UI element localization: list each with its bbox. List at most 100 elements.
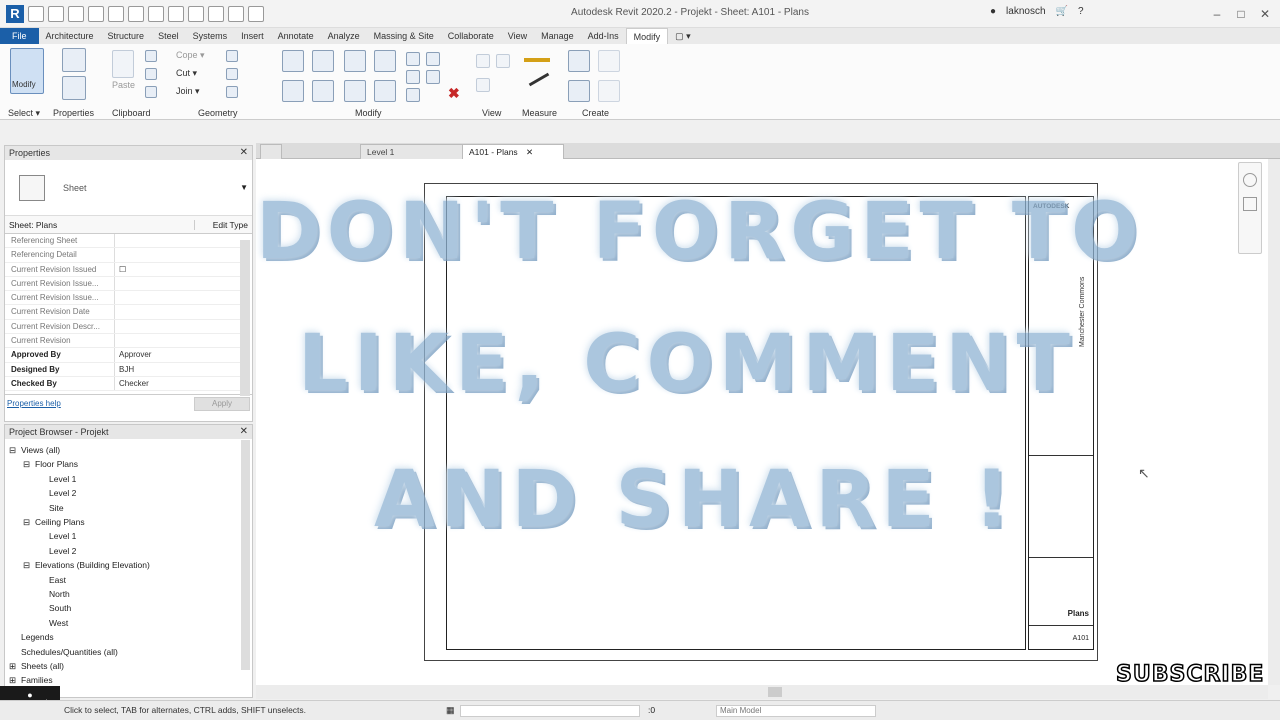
property-value[interactable] [115, 248, 242, 261]
copy-icon[interactable] [145, 68, 157, 80]
user-name[interactable]: laknosch [1006, 6, 1045, 17]
paste-button[interactable] [112, 50, 134, 78]
open-icon[interactable] [28, 6, 44, 22]
view-tool-2[interactable] [496, 54, 510, 68]
tree-item[interactable]: Site [37, 501, 64, 515]
tree-item[interactable]: East [37, 573, 66, 587]
property-row[interactable]: Current Revision Issue... [5, 291, 242, 306]
tab-level-1[interactable]: Level 1 [360, 144, 464, 159]
pin-icon[interactable] [426, 70, 440, 84]
tree-item[interactable]: Schedules/Quantities (all) [9, 645, 118, 659]
property-row[interactable]: Current Revision Issue... [5, 276, 242, 292]
tab-file[interactable]: File [0, 28, 39, 44]
maximize-icon[interactable]: □ [1230, 4, 1252, 24]
property-row[interactable]: Checked By Checker [5, 376, 242, 392]
copy-element-icon[interactable] [312, 80, 334, 102]
print-icon[interactable] [128, 6, 144, 22]
redo-icon[interactable] [108, 6, 124, 22]
property-row[interactable]: Current Revision Descr... [5, 319, 242, 335]
property-value[interactable]: ☐ [115, 263, 242, 276]
close-icon[interactable]: ✕ [526, 147, 533, 157]
close-hidden-icon[interactable] [248, 6, 264, 22]
delete-icon[interactable]: ✖ [448, 86, 462, 100]
tree-item[interactable]: ⊟ Views (all) [9, 443, 60, 457]
tree-item[interactable]: ⊟ Ceiling Plans [23, 515, 85, 529]
view-tool-1[interactable] [476, 54, 490, 68]
property-value[interactable] [115, 291, 242, 304]
3d-view-icon[interactable] [208, 6, 224, 22]
expand-toggle-icon[interactable]: ⊟ [9, 443, 21, 457]
create-similar-icon[interactable] [598, 80, 620, 102]
tab-[interactable]: ▢ ▾ [668, 28, 698, 44]
tab-annotate[interactable]: Annotate [271, 28, 321, 44]
type-selector[interactable]: Sheet ▼ [5, 160, 252, 216]
match-icon[interactable] [145, 86, 157, 98]
filter-select[interactable]: Sheet: Plans [9, 220, 194, 230]
navigation-bar[interactable] [1238, 162, 1262, 254]
help-icon[interactable]: ? [1078, 6, 1084, 17]
tree-item[interactable]: Level 2 [37, 544, 76, 558]
measure-icon[interactable] [148, 6, 164, 22]
property-row[interactable]: Referencing Sheet [5, 234, 242, 249]
close-icon[interactable]: ✕ [240, 425, 248, 439]
user-icon[interactable]: ● [990, 6, 996, 17]
move-icon[interactable] [282, 80, 304, 102]
tree-item[interactable]: Level 1 [37, 472, 76, 486]
close-icon[interactable]: ✕ [1254, 4, 1276, 24]
tab-insert[interactable]: Insert [234, 28, 271, 44]
hscroll-thumb[interactable] [768, 687, 782, 697]
tab-analyze[interactable]: Analyze [321, 28, 367, 44]
tree-item[interactable]: South [37, 601, 71, 615]
tree-item[interactable]: ⊟ Floor Plans [23, 457, 78, 471]
tree-item[interactable]: Level 2 [37, 486, 76, 500]
cut-label[interactable]: Cut ▾ [176, 68, 197, 79]
tab-massing-site[interactable]: Massing & Site [367, 28, 441, 44]
create-parts-icon[interactable] [568, 80, 590, 102]
tree-item[interactable]: Legends [9, 630, 54, 644]
array-icon[interactable] [426, 52, 440, 66]
geometry-tool-3[interactable] [226, 86, 238, 98]
save-icon[interactable] [48, 6, 64, 22]
properties-scrollbar[interactable] [240, 240, 250, 396]
property-value[interactable]: Checker [115, 377, 242, 390]
property-row[interactable]: Current Revision Date [5, 305, 242, 320]
drawing-canvas[interactable]: AUTODESK Manchester Commons Plans A101 D… [256, 159, 1268, 685]
properties-help-link[interactable]: Properties help [7, 399, 194, 408]
mirror-draw-icon[interactable] [374, 50, 396, 72]
apply-button[interactable]: Apply [194, 396, 250, 411]
cut-icon[interactable] [145, 50, 157, 62]
tab-modify[interactable]: Modify [625, 28, 669, 44]
dimension-icon[interactable] [168, 6, 184, 22]
split-icon[interactable] [406, 52, 420, 66]
tab-collaborate[interactable]: Collaborate [441, 28, 501, 44]
tab-systems[interactable]: Systems [186, 28, 235, 44]
panel-select[interactable]: Select ▾ [8, 108, 40, 119]
geometry-tool-2[interactable] [226, 68, 238, 80]
workset-field[interactable] [460, 705, 640, 717]
properties-button[interactable] [62, 48, 86, 72]
revit-logo[interactable]: R [6, 5, 24, 23]
expand-toggle-icon[interactable]: ⊞ [9, 659, 21, 673]
tab-add-ins[interactable]: Add-Ins [581, 28, 626, 44]
tab-steel[interactable]: Steel [151, 28, 186, 44]
tree-item[interactable]: ⊟ Elevations (Building Elevation) [23, 558, 150, 572]
expand-toggle-icon[interactable]: ⊟ [23, 457, 35, 471]
chevron-down-icon[interactable]: ▼ [240, 183, 248, 192]
tab-architecture[interactable]: Architecture [39, 28, 101, 44]
sync-icon[interactable] [68, 6, 84, 22]
tab-manage[interactable]: Manage [534, 28, 581, 44]
expand-toggle-icon[interactable]: ⊟ [23, 558, 35, 572]
property-value[interactable] [115, 277, 242, 290]
property-row[interactable]: Current Revision [5, 334, 242, 349]
canvas-vscroll[interactable] [1268, 159, 1280, 685]
tab-view[interactable]: View [501, 28, 534, 44]
trim-icon[interactable] [374, 80, 396, 102]
property-value[interactable]: Approver [115, 348, 242, 361]
property-value[interactable]: BJH [115, 363, 242, 376]
unpin-icon[interactable] [406, 88, 420, 102]
property-row[interactable]: Current Revision Issued ☐ [5, 262, 242, 277]
view-tool-3[interactable] [476, 78, 490, 92]
tab-structure[interactable]: Structure [101, 28, 152, 44]
close-icon[interactable]: ✕ [240, 146, 248, 160]
expand-toggle-icon[interactable]: ⊟ [23, 515, 35, 529]
